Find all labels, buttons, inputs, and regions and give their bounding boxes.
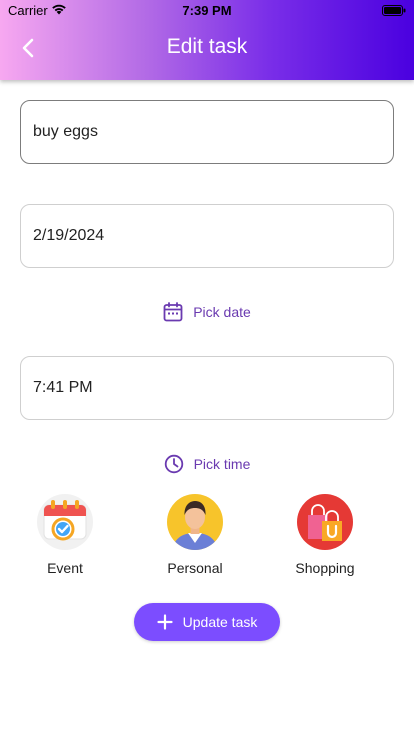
status-bar: Carrier 7:39 PM xyxy=(0,0,414,22)
pick-time-label: Pick time xyxy=(193,456,251,472)
update-task-button[interactable]: Update task xyxy=(134,603,280,641)
category-personal[interactable]: Personal xyxy=(140,493,250,576)
task-name-field[interactable]: buy eggs xyxy=(20,100,394,164)
task-name-value: buy eggs xyxy=(33,123,98,140)
calendar-icon xyxy=(163,302,183,322)
time-field[interactable]: 7:41 PM xyxy=(20,356,394,420)
pick-time-button[interactable]: Pick time xyxy=(0,450,414,478)
time-value: 7:41 PM xyxy=(33,379,93,396)
category-shopping[interactable]: Shopping xyxy=(270,493,380,576)
category-personal-label: Personal xyxy=(167,560,223,576)
update-task-label: Update task xyxy=(182,614,258,630)
page-title: Edit task xyxy=(166,35,248,58)
category-event[interactable]: Event xyxy=(10,493,120,576)
category-shopping-label: Shopping xyxy=(295,560,355,576)
date-value: 2/19/2024 xyxy=(33,227,105,244)
battery-icon xyxy=(382,5,406,16)
pick-date-label: Pick date xyxy=(193,304,251,320)
app-header: Carrier 7:39 PM Edit task xyxy=(0,0,414,80)
category-event-label: Event xyxy=(47,560,83,576)
status-time: 7:39 PM xyxy=(182,3,232,18)
calendar-check-icon xyxy=(37,494,93,550)
shopping-bag-icon xyxy=(297,494,353,550)
clock-icon xyxy=(164,454,183,474)
date-field[interactable]: 2/19/2024 xyxy=(20,204,394,268)
plus-icon xyxy=(157,614,173,630)
pick-date-button[interactable]: Pick date xyxy=(0,298,414,326)
person-avatar-icon xyxy=(167,494,223,550)
